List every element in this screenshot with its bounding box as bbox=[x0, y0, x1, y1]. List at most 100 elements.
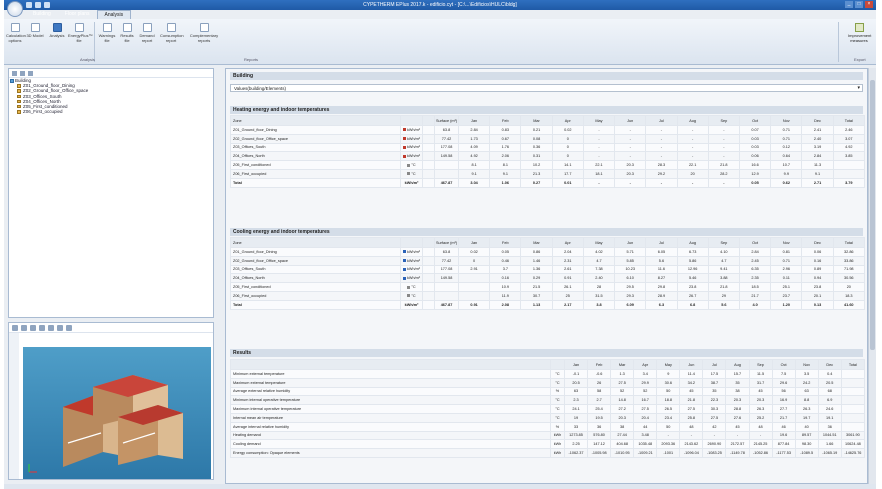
warnings-file-button[interactable]: Warnings file bbox=[98, 23, 116, 43]
table-cell: 1.66 bbox=[817, 439, 842, 450]
table-cell: 11.4 bbox=[679, 369, 704, 379]
results-file-button[interactable]: Results file bbox=[118, 23, 136, 43]
table-cell: 16.6 bbox=[738, 160, 772, 170]
table-cell bbox=[434, 160, 459, 170]
tab-analysis[interactable]: Analysis bbox=[96, 10, 132, 19]
table-row[interactable]: Average external relative humidity% 63 58 5… bbox=[230, 386, 866, 397]
table-row[interactable]: Maximum internal operative temperature °C… bbox=[230, 404, 866, 414]
row-label: Energy consumption: Opaque elements bbox=[230, 448, 551, 458]
table-row[interactable]: Z06_First_occupied °C 9.1 9.1 21.3 17.7 18.1 2… bbox=[230, 168, 866, 179]
title-bar: CYPETHERM EPlus 2017.k - edificio.cyt - … bbox=[4, 0, 876, 10]
table-row[interactable]: Z02_Ground_floor_Office_space kWh/m² 77.4… bbox=[230, 133, 866, 144]
analysis-button[interactable]: Analysis bbox=[48, 23, 66, 39]
zone-name: Z04_Offices_North bbox=[230, 273, 401, 284]
column-header: Nov bbox=[770, 115, 803, 126]
series-color-swatch bbox=[402, 154, 406, 158]
table-cell bbox=[422, 125, 435, 135]
row-label: Minimum external temperature bbox=[230, 369, 551, 379]
zoom-fit-icon[interactable] bbox=[30, 325, 36, 331]
table-row[interactable]: Z01_Ground_floor_Dining kWh/m² 63.8 0.02 0.… bbox=[230, 247, 866, 257]
table-row[interactable]: Z03_Offices_South kWh/m² 177.08 4.09 1.76 0.… bbox=[230, 142, 866, 153]
series-color-swatch bbox=[402, 128, 406, 132]
column-header: Sep bbox=[707, 237, 740, 248]
table-cell: 26.3 bbox=[794, 404, 819, 414]
zone-icon bbox=[17, 104, 21, 109]
table-row[interactable]: Maximum external temperature °C 20.5 26 27.5… bbox=[230, 377, 866, 388]
table-cell: 29.8 bbox=[645, 282, 678, 292]
table-row[interactable]: Z06_First_occupied °C 11.9 30.7 25 31.5 29.3 2… bbox=[230, 290, 866, 301]
pan-icon[interactable] bbox=[39, 325, 45, 331]
3d-model-view[interactable] bbox=[23, 347, 211, 479]
tab-building[interactable]: Building bbox=[26, 10, 58, 19]
table-cell bbox=[840, 377, 866, 388]
maximize-button[interactable]: □ bbox=[855, 1, 863, 8]
table-cell: 11.5 bbox=[748, 369, 773, 379]
table-row[interactable]: Cooling demand kWh 2.25 147.12 404.68 1035.48… bbox=[230, 439, 866, 450]
table-cell: 0.71 bbox=[770, 255, 803, 266]
tree-item[interactable]: Z06_First_occupied bbox=[9, 109, 213, 114]
rotate-icon[interactable] bbox=[48, 325, 54, 331]
table-cell: 0.67 bbox=[489, 133, 522, 144]
improvement-measures-button[interactable]: Improvement measures bbox=[848, 23, 871, 43]
table-row[interactable]: Average internal relative humidity% 33 36 3… bbox=[230, 421, 866, 432]
table-row[interactable]: Z04_Offices_North kWh/m² 149.58 0.16 0.29 0.… bbox=[230, 273, 866, 284]
calculation-options-button[interactable]: Calculation options bbox=[6, 23, 26, 43]
values-select[interactable]: Values(building/Elements) ▾ bbox=[230, 84, 863, 92]
table-cell: 3.04 bbox=[457, 177, 491, 188]
table-cell: - bbox=[707, 151, 740, 162]
table-cell: 877.84 bbox=[771, 439, 796, 450]
refresh-icon[interactable] bbox=[66, 325, 72, 331]
vertical-scrollbar[interactable] bbox=[868, 68, 876, 484]
column-header bbox=[400, 115, 423, 126]
3d-model-button[interactable]: 3D Model bbox=[26, 23, 44, 39]
zoom-out-icon[interactable] bbox=[21, 325, 27, 331]
table-cell: 28.8 bbox=[725, 404, 750, 414]
table-row[interactable]: Z02_Ground_floor_Office_space kWh/m² 77.4… bbox=[230, 255, 866, 266]
table-cell: 1.3 bbox=[610, 369, 635, 379]
table-cell: 16.9 bbox=[771, 395, 796, 406]
energyplus-file-button[interactable]: EnergyPlus™ file bbox=[68, 23, 92, 43]
table-cell bbox=[422, 273, 435, 284]
table-row[interactable]: Minimum external temperature °C -0.1 -0.6 1.… bbox=[230, 369, 866, 379]
table-cell: 36 bbox=[587, 421, 612, 432]
row-label: Maximum external temperature bbox=[230, 377, 551, 388]
table-cell: -0.6 bbox=[587, 369, 612, 379]
print-icon[interactable] bbox=[28, 71, 33, 76]
table-row[interactable]: Heating demand kWh 1273.85 576.80 27.44 3.48-… bbox=[230, 430, 866, 441]
delete-icon[interactable] bbox=[20, 71, 25, 76]
minimize-button[interactable]: _ bbox=[845, 1, 853, 8]
table-row[interactable]: Z05_First_conditioned °C 8.1 8.1 10.2 14.1 22… bbox=[230, 160, 866, 170]
table-cell: 19.1 bbox=[817, 412, 842, 423]
table-row[interactable]: Energy consumption: Opaque elements kWh -1… bbox=[230, 448, 866, 458]
table-cell: °C bbox=[550, 369, 565, 379]
tab-floor-plans[interactable]: Floor plans bbox=[58, 10, 97, 19]
table-row[interactable]: Z03_Offices_South kWh/m² 177.08 2.91 3.7 1.3… bbox=[230, 264, 866, 275]
consumption-report-button[interactable]: Consumption report bbox=[160, 23, 184, 43]
table-row[interactable]: Internal mean air temperature °C 19 19.5 20.… bbox=[230, 412, 866, 423]
table-cell: 3.79 bbox=[832, 177, 866, 188]
column-header: Zone bbox=[230, 237, 401, 248]
scrollbar-thumb[interactable] bbox=[870, 80, 875, 350]
viewer-toolbar bbox=[9, 323, 213, 333]
table-cell: 5.85 bbox=[614, 255, 647, 266]
zoom-in-icon[interactable] bbox=[12, 325, 18, 331]
group-label-analysis: Analysis bbox=[80, 57, 95, 62]
table-cell: 18.5 bbox=[738, 282, 772, 292]
demand-report-button[interactable]: Demand report bbox=[138, 23, 156, 43]
viewer-side-toolbar bbox=[9, 333, 19, 479]
complementary-reports-button[interactable]: Complementary reports bbox=[188, 23, 220, 43]
table-row[interactable]: Z01_Ground_floor_Dining kWh/m² 63.8 2.84 0.… bbox=[230, 125, 866, 135]
view-icon[interactable] bbox=[57, 325, 63, 331]
table-cell: -1089.5 bbox=[794, 448, 819, 458]
table-header-row: Zone Surface (m²) Jan Feb Mar Apr May Jun Jul Aug… bbox=[230, 237, 866, 248]
table-row[interactable]: Minimum internal operative temperature °C… bbox=[230, 395, 866, 406]
table-cell: 68 bbox=[817, 386, 842, 397]
table-cell: 3.48 bbox=[633, 430, 658, 441]
row-label: Internal mean air temperature bbox=[230, 412, 551, 423]
application-menu-button[interactable] bbox=[7, 1, 23, 17]
table-row[interactable]: Z05_First_conditioned °C 10.9 21.5 26.1 28 29… bbox=[230, 282, 866, 292]
add-icon[interactable] bbox=[12, 71, 17, 76]
table-cell: 22.1 bbox=[676, 160, 709, 170]
close-button[interactable]: × bbox=[865, 1, 873, 8]
table-row[interactable]: Z04_Offices_North kWh/m² 149.58 4.92 2.06 0.… bbox=[230, 151, 866, 162]
